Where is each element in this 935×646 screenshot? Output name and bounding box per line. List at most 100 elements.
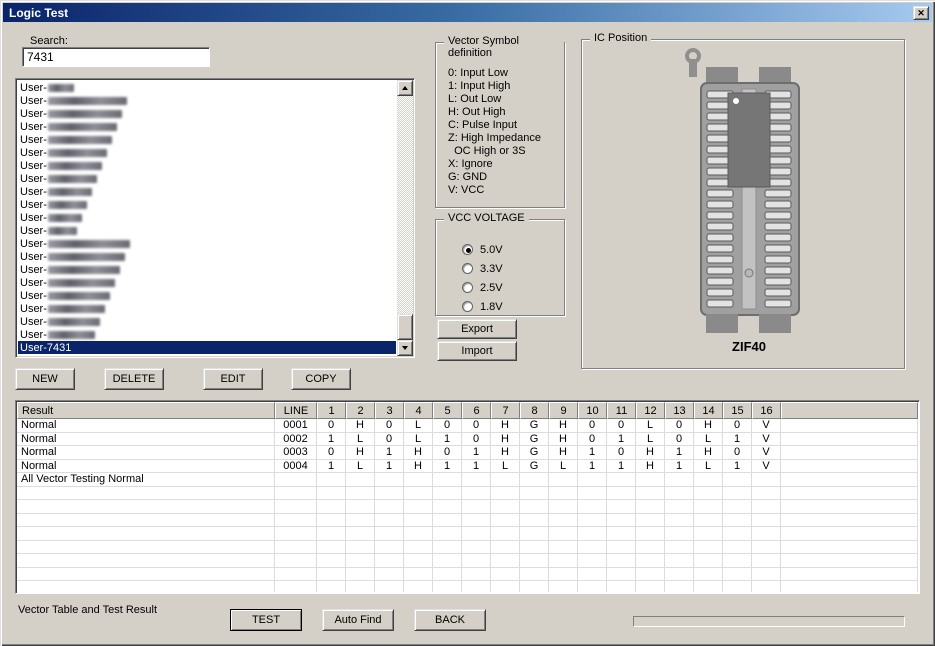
line-cell	[275, 541, 317, 555]
pin-slot	[707, 212, 733, 219]
close-icon: ✕	[917, 7, 925, 19]
pin-cell	[694, 473, 723, 487]
pin-cell: 1	[607, 433, 636, 447]
list-scrollbar[interactable]	[397, 80, 413, 356]
table-header-cell: 13	[665, 402, 694, 419]
export-button[interactable]: Export	[437, 319, 517, 339]
search-input[interactable]	[22, 47, 210, 67]
pin-cell	[723, 473, 752, 487]
test-button[interactable]: TEST	[230, 609, 302, 631]
list-item[interactable]: User-	[18, 81, 396, 94]
vector-symbol-line: 1: Input High	[448, 80, 560, 93]
import-button[interactable]: Import	[437, 341, 517, 361]
line-cell	[275, 568, 317, 582]
list-item[interactable]: User-	[18, 276, 396, 289]
list-item[interactable]: User-	[18, 263, 396, 276]
list-item[interactable]: User-	[18, 185, 396, 198]
list-item[interactable]: User-	[18, 315, 396, 328]
vcc-option-1.8V[interactable]: 1.8V	[462, 297, 503, 316]
pin-cell	[723, 500, 752, 514]
result-cell: Normal	[17, 446, 275, 460]
close-button[interactable]: ✕	[913, 6, 929, 20]
list-item[interactable]: User-	[18, 146, 396, 159]
copy-button[interactable]: COPY	[291, 368, 351, 390]
pin-cell	[578, 473, 607, 487]
list-item[interactable]: User-	[18, 328, 396, 341]
pin-cell: L	[346, 460, 375, 474]
list-item[interactable]: User-	[18, 250, 396, 263]
pin-slot	[765, 267, 791, 274]
list-item[interactable]: User-	[18, 302, 396, 315]
auto-find-button[interactable]: Auto Find	[322, 609, 394, 631]
table-row	[17, 554, 918, 568]
edit-button[interactable]: EDIT	[203, 368, 263, 390]
pin-cell	[752, 487, 781, 501]
vcc-option-5.0V[interactable]: 5.0V	[462, 240, 503, 259]
pin-cell	[636, 473, 665, 487]
pin-slot	[765, 212, 791, 219]
vector-symbol-line: 0: Input Low	[448, 67, 560, 80]
pin-cell	[694, 500, 723, 514]
pin-cell: 0	[375, 433, 404, 447]
pin-slot	[707, 289, 733, 296]
scroll-down-button[interactable]	[397, 340, 413, 356]
table-header-cell: Result	[17, 402, 275, 419]
pin-cell: G	[520, 433, 549, 447]
list-item[interactable]: User-	[18, 107, 396, 120]
filler-cell	[781, 446, 918, 460]
pin-cell: 1	[578, 460, 607, 474]
pin-cell	[433, 473, 462, 487]
filler-cell	[781, 527, 918, 541]
pin-cell: 1	[607, 460, 636, 474]
pin-cell	[404, 514, 433, 528]
pin-cell: 0	[578, 419, 607, 433]
line-cell: 0004	[275, 460, 317, 474]
scroll-up-button[interactable]	[397, 80, 413, 96]
pin-slot	[707, 267, 733, 274]
list-item[interactable]: User-	[18, 289, 396, 302]
pin-cell	[549, 514, 578, 528]
table-header-cell: 7	[491, 402, 520, 419]
pin-cell	[520, 500, 549, 514]
pin-cell	[665, 581, 694, 592]
redacted-text	[48, 214, 82, 222]
socket-bottom-tab-right	[759, 314, 791, 333]
redacted-text	[48, 201, 87, 209]
pin-cell	[433, 541, 462, 555]
scroll-thumb[interactable]	[397, 314, 413, 340]
list-item-prefix: User-	[20, 303, 47, 315]
list-item[interactable]: User-	[18, 94, 396, 107]
vcc-option-2.5V[interactable]: 2.5V	[462, 278, 503, 297]
list-item[interactable]: User-	[18, 211, 396, 224]
vector-table-header: ResultLINE12345678910111213141516	[17, 402, 918, 419]
list-item[interactable]: User-	[18, 237, 396, 250]
new-button[interactable]: NEW	[15, 368, 75, 390]
list-item[interactable]: User-	[18, 172, 396, 185]
pin-cell	[752, 581, 781, 592]
vcc-option-3.3V[interactable]: 3.3V	[462, 259, 503, 278]
pin-cell	[723, 487, 752, 501]
pin-cell	[636, 500, 665, 514]
list-item[interactable]: User-	[18, 159, 396, 172]
pin-cell	[607, 581, 636, 592]
back-button[interactable]: BACK	[414, 609, 486, 631]
result-cell	[17, 487, 275, 501]
list-item[interactable]: User-	[18, 224, 396, 237]
list-item[interactable]: User-	[18, 198, 396, 211]
pin-cell	[404, 541, 433, 555]
pin-cell: L	[404, 419, 433, 433]
progress-bar	[633, 616, 905, 627]
pin-cell: 0	[375, 419, 404, 433]
result-cell	[17, 568, 275, 582]
list-item[interactable]: User-	[18, 120, 396, 133]
table-row: Normal00010H0L00HGH00L0H0V	[17, 419, 918, 433]
list-item[interactable]: User-	[18, 133, 396, 146]
vector-symbol-group-title: Vector Symbol definition	[444, 35, 564, 59]
pin-cell: L	[404, 433, 433, 447]
delete-button[interactable]: DELETE	[104, 368, 164, 390]
pin-cell: H	[404, 446, 433, 460]
title-bar[interactable]: Logic Test ✕	[3, 3, 932, 22]
list-item-prefix: User-	[20, 238, 47, 250]
list-item-selected[interactable]: User-7431	[18, 341, 396, 354]
pin-cell: H	[636, 460, 665, 474]
